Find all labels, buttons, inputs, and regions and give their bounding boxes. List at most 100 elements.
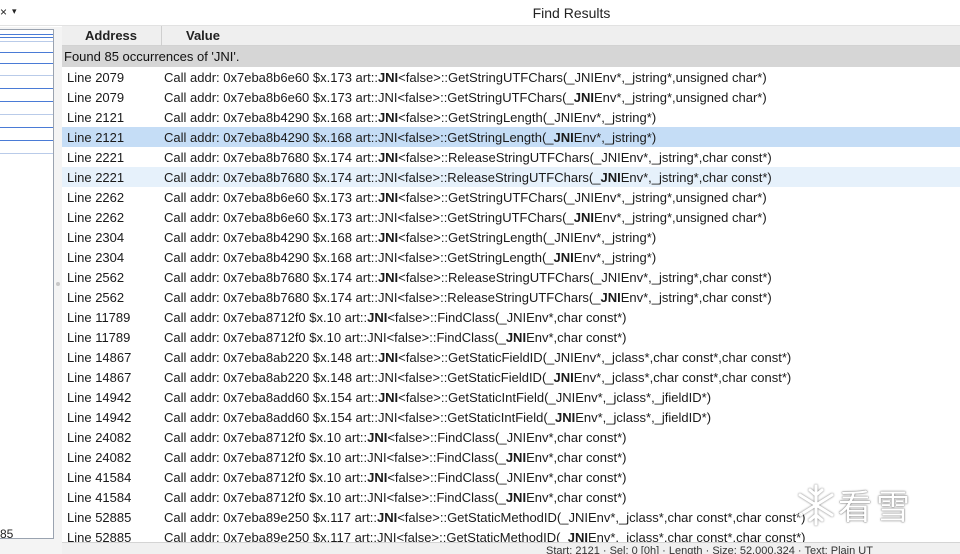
value-text: <false>::GetStringUTFChars(_ (398, 70, 575, 85)
value-text: Env*,char const*) (526, 430, 627, 445)
value-text: Env*,_jclass*,char const*,char const*) (573, 350, 792, 365)
value-text: Call addr: 0x7eba8b4290 $x.168 art:: (164, 130, 378, 145)
table-row[interactable]: Line 2304 Call addr: 0x7eba8b4290 $x.168 … (62, 227, 960, 247)
match-highlight: JNI (506, 310, 527, 325)
match-highlight: JNI (377, 290, 398, 305)
match-highlight: JNI (377, 150, 399, 165)
value-text: Env*,_jclass*,char const*,char const*) (587, 530, 806, 542)
row-value: Call addr: 0x7eba8b6e60 $x.173 art::JNI<… (164, 210, 767, 225)
match-highlight: JNI (377, 270, 399, 285)
table-row[interactable]: Line 11789 Call addr: 0x7eba8712f0 $x.10 … (62, 327, 960, 347)
value-text: Call addr: 0x7eba8b4290 $x.168 art:: (164, 230, 378, 245)
value-text: Call addr: 0x7eba8b6e60 $x.173 art:: (164, 210, 378, 225)
value-text: <false>::GetStaticFieldID(_ (397, 370, 554, 385)
row-value: Call addr: 0x7eba8712f0 $x.10 art::JNI<f… (164, 490, 627, 505)
row-address: Line 41584 (67, 490, 132, 505)
match-highlight: JNI (574, 70, 594, 85)
value-text: Env*,_jclass*,_jfieldID*) (575, 410, 712, 425)
row-value: Call addr: 0x7eba8b4290 $x.168 art::JNI<… (164, 110, 656, 125)
value-text: <false>::GetStaticIntField(_ (398, 390, 556, 405)
value-text: Call addr: 0x7eba8add60 $x.154 art:: (164, 390, 378, 405)
value-text: Env*,_jstring*,char const*) (620, 290, 772, 305)
match-highlight: JNI (567, 530, 588, 542)
match-highlight: JNI (554, 350, 574, 365)
match-highlight: JNI (600, 170, 621, 185)
value-text: <false>::GetStringUTFChars(_ (398, 190, 575, 205)
row-value: Call addr: 0x7eba8add60 $x.154 art::JNI<… (164, 410, 711, 425)
table-row[interactable]: Line 2221 Call addr: 0x7eba8b7680 $x.174 … (62, 147, 960, 167)
table-row[interactable]: Line 2262 Call addr: 0x7eba8b6e60 $x.173 … (62, 207, 960, 227)
table-row[interactable]: Line 11789 Call addr: 0x7eba8712f0 $x.10 … (62, 307, 960, 327)
value-text: Call addr: 0x7eba8b7680 $x.174 art:: (164, 170, 378, 185)
table-row[interactable]: Line 24082 Call addr: 0x7eba8712f0 $x.10 … (62, 427, 960, 447)
value-text: Call addr: 0x7eba8b7680 $x.174 art:: (164, 270, 378, 285)
value-text: Env*,_jstring*,unsigned char*) (593, 90, 767, 105)
find-results-panel: Address Value Found 85 occurrences of 'J… (62, 26, 960, 542)
table-row[interactable]: Line 14942 Call addr: 0x7eba8add60 $x.154… (62, 387, 960, 407)
row-address: Line 2221 (67, 170, 125, 185)
table-row[interactable]: Line 2121 Call addr: 0x7eba8b4290 $x.168 … (62, 127, 960, 147)
table-row[interactable]: Line 2079 Call addr: 0x7eba8b6e60 $x.173 … (62, 67, 960, 87)
row-value: Call addr: 0x7eba8b4290 $x.168 art::JNI<… (164, 130, 656, 145)
match-highlight: JNI (377, 70, 399, 85)
match-highlight: JNI (376, 510, 398, 525)
match-highlight: JNI (367, 490, 387, 505)
column-divider[interactable] (161, 26, 162, 46)
column-header-value[interactable]: Value (186, 28, 220, 43)
table-row[interactable]: Line 2121 Call addr: 0x7eba8b4290 $x.168 … (62, 107, 960, 127)
value-text: <false>::GetStaticMethodID(_ (396, 530, 568, 542)
table-row[interactable]: Line 2562 Call addr: 0x7eba8b7680 $x.174 … (62, 287, 960, 307)
value-text: Call addr: 0x7eba8712f0 $x.10 art:: (164, 310, 368, 325)
value-text: Call addr: 0x7eba8712f0 $x.10 art:: (164, 430, 368, 445)
match-highlight: JNI (601, 270, 621, 285)
row-value: Call addr: 0x7eba8712f0 $x.10 art::JNI<f… (164, 430, 627, 445)
row-value: Call addr: 0x7eba8b6e60 $x.173 art::JNI<… (164, 90, 767, 105)
row-address: Line 14942 (67, 390, 132, 405)
row-value: Call addr: 0x7eba8b7680 $x.174 art::JNI<… (164, 150, 772, 165)
value-text: <false>::GetStringLength(_ (397, 250, 554, 265)
minimap-marker (0, 37, 53, 38)
splitter-handle[interactable] (56, 282, 60, 286)
match-highlight: JNI (377, 170, 398, 185)
value-text: <false>::ReleaseStringUTFChars(_ (397, 290, 601, 305)
row-address: Line 14867 (67, 370, 132, 385)
row-address: Line 52885 (67, 510, 132, 525)
match-highlight: JNI (568, 510, 588, 525)
table-row[interactable]: Line 14867 Call addr: 0x7eba8ab220 $x.148… (62, 367, 960, 387)
table-row[interactable]: Line 2304 Call addr: 0x7eba8b4290 $x.168 … (62, 247, 960, 267)
results-list: Line 2079 Call addr: 0x7eba8b6e60 $x.173 … (62, 67, 960, 542)
table-row[interactable]: Line 14942 Call addr: 0x7eba8add60 $x.154… (62, 407, 960, 427)
minimap-marker (0, 75, 53, 76)
value-text: Env*,char const*) (526, 490, 627, 505)
table-row[interactable]: Line 2221 Call addr: 0x7eba8b7680 $x.174 … (62, 167, 960, 187)
row-address: Line 2079 (67, 90, 125, 105)
match-highlight: JNI (367, 430, 388, 445)
value-text: <false>::ReleaseStringUTFChars(_ (398, 270, 602, 285)
match-highlight: JNI (377, 110, 399, 125)
match-highlight: JNI (601, 150, 621, 165)
table-row[interactable]: Line 14867 Call addr: 0x7eba8ab220 $x.148… (62, 347, 960, 367)
value-text: Env*,_jstring*,unsigned char*) (593, 70, 767, 85)
column-header-address[interactable]: Address (62, 28, 160, 43)
minimap-marker (0, 41, 53, 42)
match-highlight: JNI (367, 310, 388, 325)
row-value: Call addr: 0x7eba89e250 $x.117 art::JNI<… (164, 530, 805, 542)
row-value: Call addr: 0x7eba8712f0 $x.10 art::JNI<f… (164, 330, 627, 345)
result-minimap[interactable] (0, 29, 54, 539)
match-highlight: JNI (573, 210, 594, 225)
table-row[interactable]: Line 2262 Call addr: 0x7eba8b6e60 $x.173 … (62, 187, 960, 207)
value-text: Call addr: 0x7eba8ab220 $x.148 art:: (164, 350, 378, 365)
table-row[interactable]: Line 24082 Call addr: 0x7eba8712f0 $x.10 … (62, 447, 960, 467)
row-address: Line 41584 (67, 470, 132, 485)
value-text: Call addr: 0x7eba8b4290 $x.168 art:: (164, 110, 378, 125)
match-highlight: JNI (573, 90, 594, 105)
watermark: 看雪 (796, 478, 956, 534)
table-row[interactable]: Line 2562 Call addr: 0x7eba8b7680 $x.174 … (62, 267, 960, 287)
row-address: Line 2121 (67, 110, 125, 125)
value-text: Call addr: 0x7eba8b7680 $x.174 art:: (164, 150, 378, 165)
snowflake-icon (798, 484, 834, 526)
value-text: Call addr: 0x7eba8712f0 $x.10 art:: (164, 450, 368, 465)
row-value: Call addr: 0x7eba8712f0 $x.10 art::JNI<f… (164, 310, 627, 325)
match-highlight: JNI (377, 390, 399, 405)
table-row[interactable]: Line 2079 Call addr: 0x7eba8b6e60 $x.173 … (62, 87, 960, 107)
